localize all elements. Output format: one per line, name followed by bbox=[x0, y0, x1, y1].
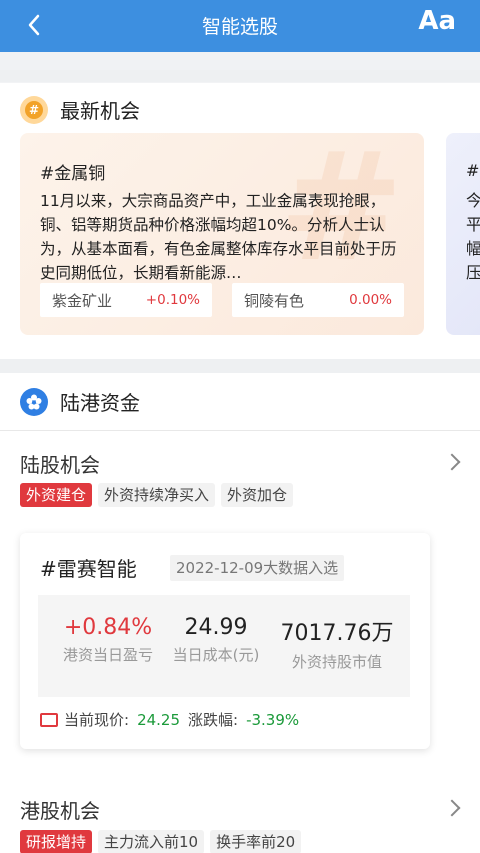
stock-name: #雷赛智能 bbox=[40, 557, 137, 581]
price-label: 当前现价: bbox=[64, 711, 130, 729]
peek-text: 幅 bbox=[466, 239, 480, 258]
card-topic: #金属铜 bbox=[40, 164, 106, 184]
metric-label: 港资当日盈亏 bbox=[62, 646, 153, 664]
mainland-tags: 外资建仓 外资持续净买入 外资加仓 bbox=[20, 483, 294, 507]
change-value: -3.39% bbox=[246, 710, 300, 729]
date-badge: 2022-12-09大数据入选 bbox=[170, 555, 345, 581]
peek-text: 压 bbox=[466, 263, 480, 282]
change-label: 涨跌幅: bbox=[188, 711, 239, 729]
section-title: 陆港资金 bbox=[60, 391, 140, 415]
stock-name: 铜陵有色 bbox=[244, 291, 305, 310]
stock-change: +0.10% bbox=[145, 292, 200, 308]
chart-icon bbox=[40, 712, 58, 727]
tag[interactable]: 主力流入前10 bbox=[98, 830, 205, 853]
divider bbox=[0, 430, 480, 431]
card-text: 11月以来，大宗商品资产中，工业金属表现抢眼，铜、铝等期货品种价格涨幅均超10%… bbox=[40, 192, 397, 282]
metric-label: 当日成本(元) bbox=[172, 646, 260, 664]
price-value: 24.25 bbox=[137, 710, 181, 729]
peek-text: 今 bbox=[466, 191, 480, 210]
tag[interactable]: 换手率前20 bbox=[210, 830, 302, 853]
section-header: 陆港资金 bbox=[20, 387, 140, 416]
section-header: # 最新机会 bbox=[20, 95, 140, 124]
capital-flow-section: 陆港资金 陆股机会 外资建仓 外资持续净买入 外资加仓 #雷赛智能 2022-1… bbox=[0, 373, 480, 853]
metric: 24.99 当日成本(元) bbox=[166, 615, 266, 665]
opportunity-card-next[interactable]: # 今 平 幅 压 bbox=[446, 133, 480, 335]
stock-pill[interactable]: 紫金矿业 +0.10% bbox=[40, 283, 212, 317]
page: 智能选股 Aa # 最新机会 # #金属铜 11月以来，大宗商品资产中，工业金属… bbox=[0, 0, 480, 853]
font-size-button[interactable]: Aa bbox=[418, 6, 456, 36]
tag[interactable]: 外资持续净买入 bbox=[98, 483, 216, 507]
opportunity-card[interactable]: # #金属铜 11月以来，大宗商品资产中，工业金属表现抢眼，铜、铝等期货品种价格… bbox=[20, 133, 424, 335]
spacer bbox=[0, 359, 480, 373]
peek-text: # bbox=[466, 161, 480, 180]
metric-value: 7017.76万 bbox=[280, 621, 394, 646]
stock-change: 0.00% bbox=[349, 292, 392, 308]
stock-card[interactable]: #雷赛智能 2022-12-09大数据入选 +0.84% 港资当日盈亏 24.9… bbox=[20, 533, 430, 749]
tag[interactable]: 外资加仓 bbox=[221, 483, 294, 507]
metric-value: 24.99 bbox=[184, 615, 248, 640]
peek-text: 平 bbox=[466, 215, 480, 234]
chevron-right-icon[interactable] bbox=[443, 799, 461, 817]
page-title: 智能选股 bbox=[201, 16, 278, 38]
metric-label: 外资持股市值 bbox=[291, 653, 382, 671]
stock-name: 紫金矿业 bbox=[52, 291, 113, 310]
metrics-box: +0.84% 港资当日盈亏 24.99 当日成本(元) 7017.76万 外资持… bbox=[38, 595, 410, 697]
metric: 7017.76万 外资持股市值 bbox=[276, 615, 398, 672]
chevron-right-icon[interactable] bbox=[443, 453, 461, 471]
metric: +0.84% 港资当日盈亏 bbox=[56, 615, 160, 665]
section-title: 最新机会 bbox=[60, 99, 140, 123]
tag[interactable]: 研报增持 bbox=[20, 830, 93, 853]
hk-opportunity-title[interactable]: 港股机会 bbox=[20, 795, 100, 824]
price-row: 当前现价: 24.25 涨跌幅: -3.39% bbox=[40, 709, 307, 730]
tag[interactable]: 外资建仓 bbox=[20, 483, 93, 507]
top-bar: 智能选股 Aa bbox=[0, 0, 480, 52]
metric-value: +0.84% bbox=[63, 615, 153, 640]
spacer bbox=[0, 52, 480, 82]
hashtag-icon: # bbox=[20, 95, 48, 124]
latest-opportunities-section: # 最新机会 # #金属铜 11月以来，大宗商品资产中，工业金属表现抢眼，铜、铝… bbox=[0, 83, 480, 359]
stock-pill[interactable]: 铜陵有色 0.00% bbox=[232, 283, 404, 317]
flower-icon bbox=[20, 387, 48, 416]
hk-tags: 研报增持 主力流入前10 换手率前20 bbox=[20, 830, 302, 853]
mainland-opportunity-title[interactable]: 陆股机会 bbox=[20, 449, 100, 478]
